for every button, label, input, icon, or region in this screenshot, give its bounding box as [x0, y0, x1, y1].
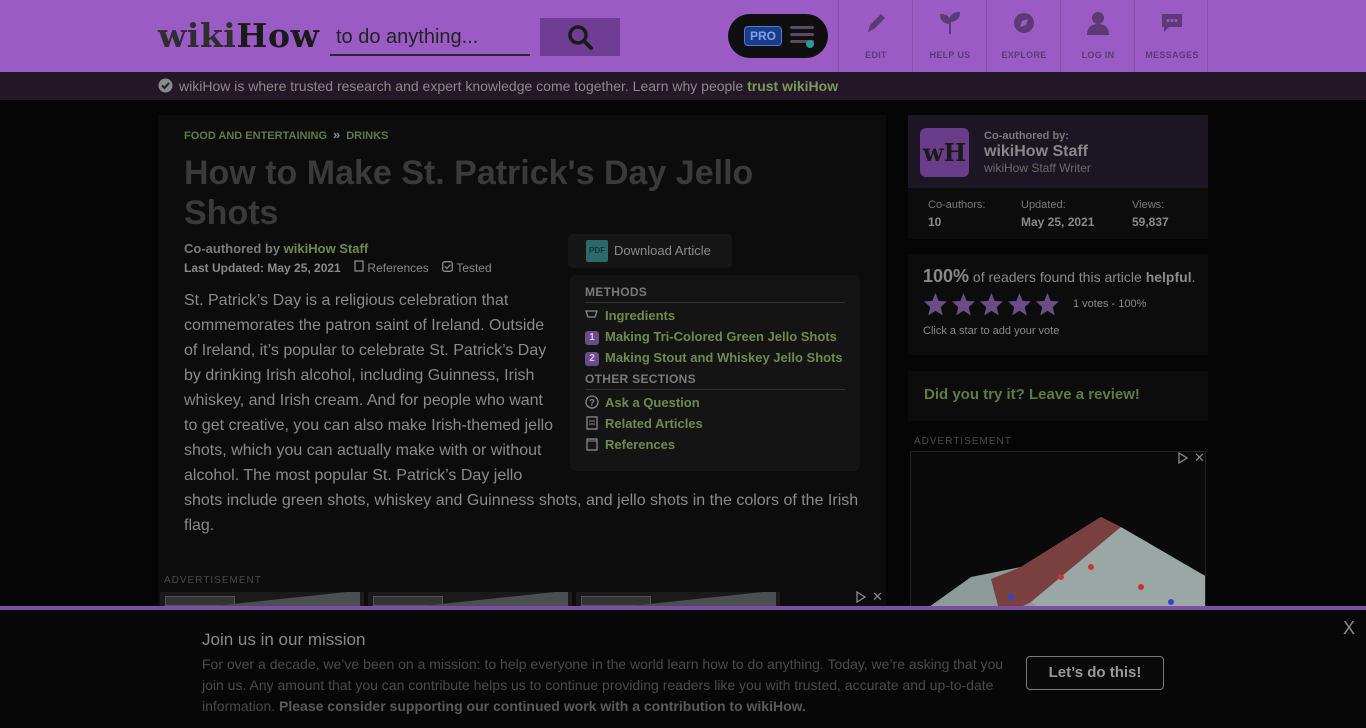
breadcrumb: FOOD AND ENTERTAINING» DRINKS [184, 127, 389, 142]
ad-close-icon[interactable]: ✕ [1194, 452, 1205, 466]
author-name[interactable]: wikiHow Staff [984, 143, 1088, 161]
ad-image [924, 517, 1205, 610]
star-icon[interactable] [951, 292, 976, 317]
sidebar-ad[interactable]: ✕ [910, 451, 1206, 611]
toc-methods-header: METHODS [585, 285, 648, 299]
clipboard-icon [586, 438, 598, 451]
sidebar-ad-label: ADVERTISEMENT [914, 436, 1012, 447]
leave-review-link[interactable]: Did you try it? Leave a review! [924, 386, 1140, 403]
chat-icon [1162, 14, 1182, 32]
star-rating [923, 292, 1060, 318]
ad-label: ADVERTISEMENT [164, 575, 262, 586]
checkbox-icon [442, 261, 454, 272]
nav-edit[interactable]: EDIT [838, 0, 912, 72]
search-icon [568, 25, 593, 50]
star-icon[interactable] [1007, 292, 1032, 317]
helpful-card: 100% of readers found this article helpf… [908, 254, 1208, 355]
meta-line: Last Updated: May 25, 2021 References Te… [184, 260, 492, 275]
search-button[interactable] [540, 18, 620, 56]
toc-references[interactable]: References [585, 437, 675, 452]
tested-badge: Tested [442, 261, 492, 275]
toc-method-1[interactable]: 1 Making Tri-Colored Green Jello Shots [585, 329, 837, 345]
breadcrumb-drinks[interactable]: DRINKS [346, 130, 388, 142]
author-card: wH Co-authored by: wikiHow Staff wikiHow… [908, 115, 1208, 239]
pro-badge: PRO [744, 26, 782, 46]
user-icon [1087, 12, 1109, 35]
pdf-icon: PDF [586, 240, 608, 262]
toc-other-header: OTHER SECTIONS [585, 372, 696, 386]
toc-related-articles[interactable]: Related Articles [585, 416, 703, 431]
compass-icon [1014, 13, 1034, 33]
adchoices-icon[interactable] [855, 591, 867, 603]
trust-wikihow-link[interactable]: trust wikiHow [747, 78, 838, 94]
wikihow-logo[interactable]: wikiHow [158, 16, 319, 55]
banner-title: Join us in our mission [202, 630, 366, 649]
close-banner-button[interactable]: X [1343, 618, 1355, 639]
pro-menu-button[interactable]: PRO [728, 14, 828, 58]
question-icon: ? [585, 395, 599, 409]
wikihow-badge: wH [920, 128, 969, 177]
verified-check-icon [158, 78, 173, 93]
banner-text: For over a decade, we’ve been on a missi… [202, 656, 1004, 714]
download-article-button[interactable]: PDF Download Article [568, 234, 732, 268]
contribute-button[interactable]: Let’s do this! [1026, 656, 1164, 690]
clipboard-icon [354, 260, 364, 272]
helpful-text: 100% of readers found this article helpf… [923, 266, 1196, 286]
document-icon [586, 416, 598, 430]
pencil-icon [868, 14, 885, 32]
mission-banner: Join us in our mission For over a decade… [0, 606, 1366, 728]
stat-updated: Updated: May 25, 2021 [1021, 199, 1095, 229]
ad-close-icon[interactable]: ✕ [872, 589, 883, 605]
star-icon[interactable] [923, 292, 948, 317]
sprout-icon [939, 11, 961, 34]
references-link[interactable]: References [354, 260, 429, 275]
star-icon[interactable] [979, 292, 1004, 317]
page-title: How to Make St. Patrick's Day Jello Shot… [184, 154, 754, 232]
table-of-contents: METHODS Ingredients 1 Making Tri-Colored … [570, 275, 860, 471]
trust-text: wikiHow is where trusted research and ex… [179, 78, 839, 94]
toc-ingredients[interactable]: Ingredients [585, 308, 675, 323]
toc-ask-question[interactable]: ? Ask a Question [585, 395, 700, 410]
coauthor-link[interactable]: wikiHow Staff [284, 241, 369, 256]
breadcrumb-food[interactable]: FOOD AND ENTERTAINING [184, 130, 327, 142]
nav-help-us[interactable]: HELP US [912, 0, 986, 72]
coauthor-line: Co-authored by wikiHow Staff [184, 241, 369, 256]
cart-icon [585, 310, 598, 318]
adchoices-icon[interactable] [1177, 452, 1189, 464]
stat-views: Views: 59,837 [1132, 199, 1169, 229]
review-card: Did you try it? Leave a review! [908, 371, 1208, 421]
stat-coauthors: Co-authors: 10 [928, 199, 986, 229]
nav-explore[interactable]: EXPLORE [986, 0, 1060, 72]
article-card: FOOD AND ENTERTAINING» DRINKS How to Make… [158, 115, 886, 612]
nav-messages[interactable]: MESSAGES [1134, 0, 1208, 72]
notification-dot [806, 40, 814, 48]
toc-method-2[interactable]: 2 Making Stout and Whiskey Jello Shots [585, 350, 843, 366]
trust-bar: wikiHow is where trusted research and ex… [0, 72, 1366, 100]
nav-log-in[interactable]: LOG IN [1060, 0, 1134, 72]
star-icon[interactable] [1035, 292, 1060, 317]
top-header: wikiHow to do anything... PRO EDIT HELP … [0, 0, 1366, 72]
search-input[interactable]: to do anything... [330, 18, 530, 56]
svg-text:?: ? [589, 398, 595, 408]
